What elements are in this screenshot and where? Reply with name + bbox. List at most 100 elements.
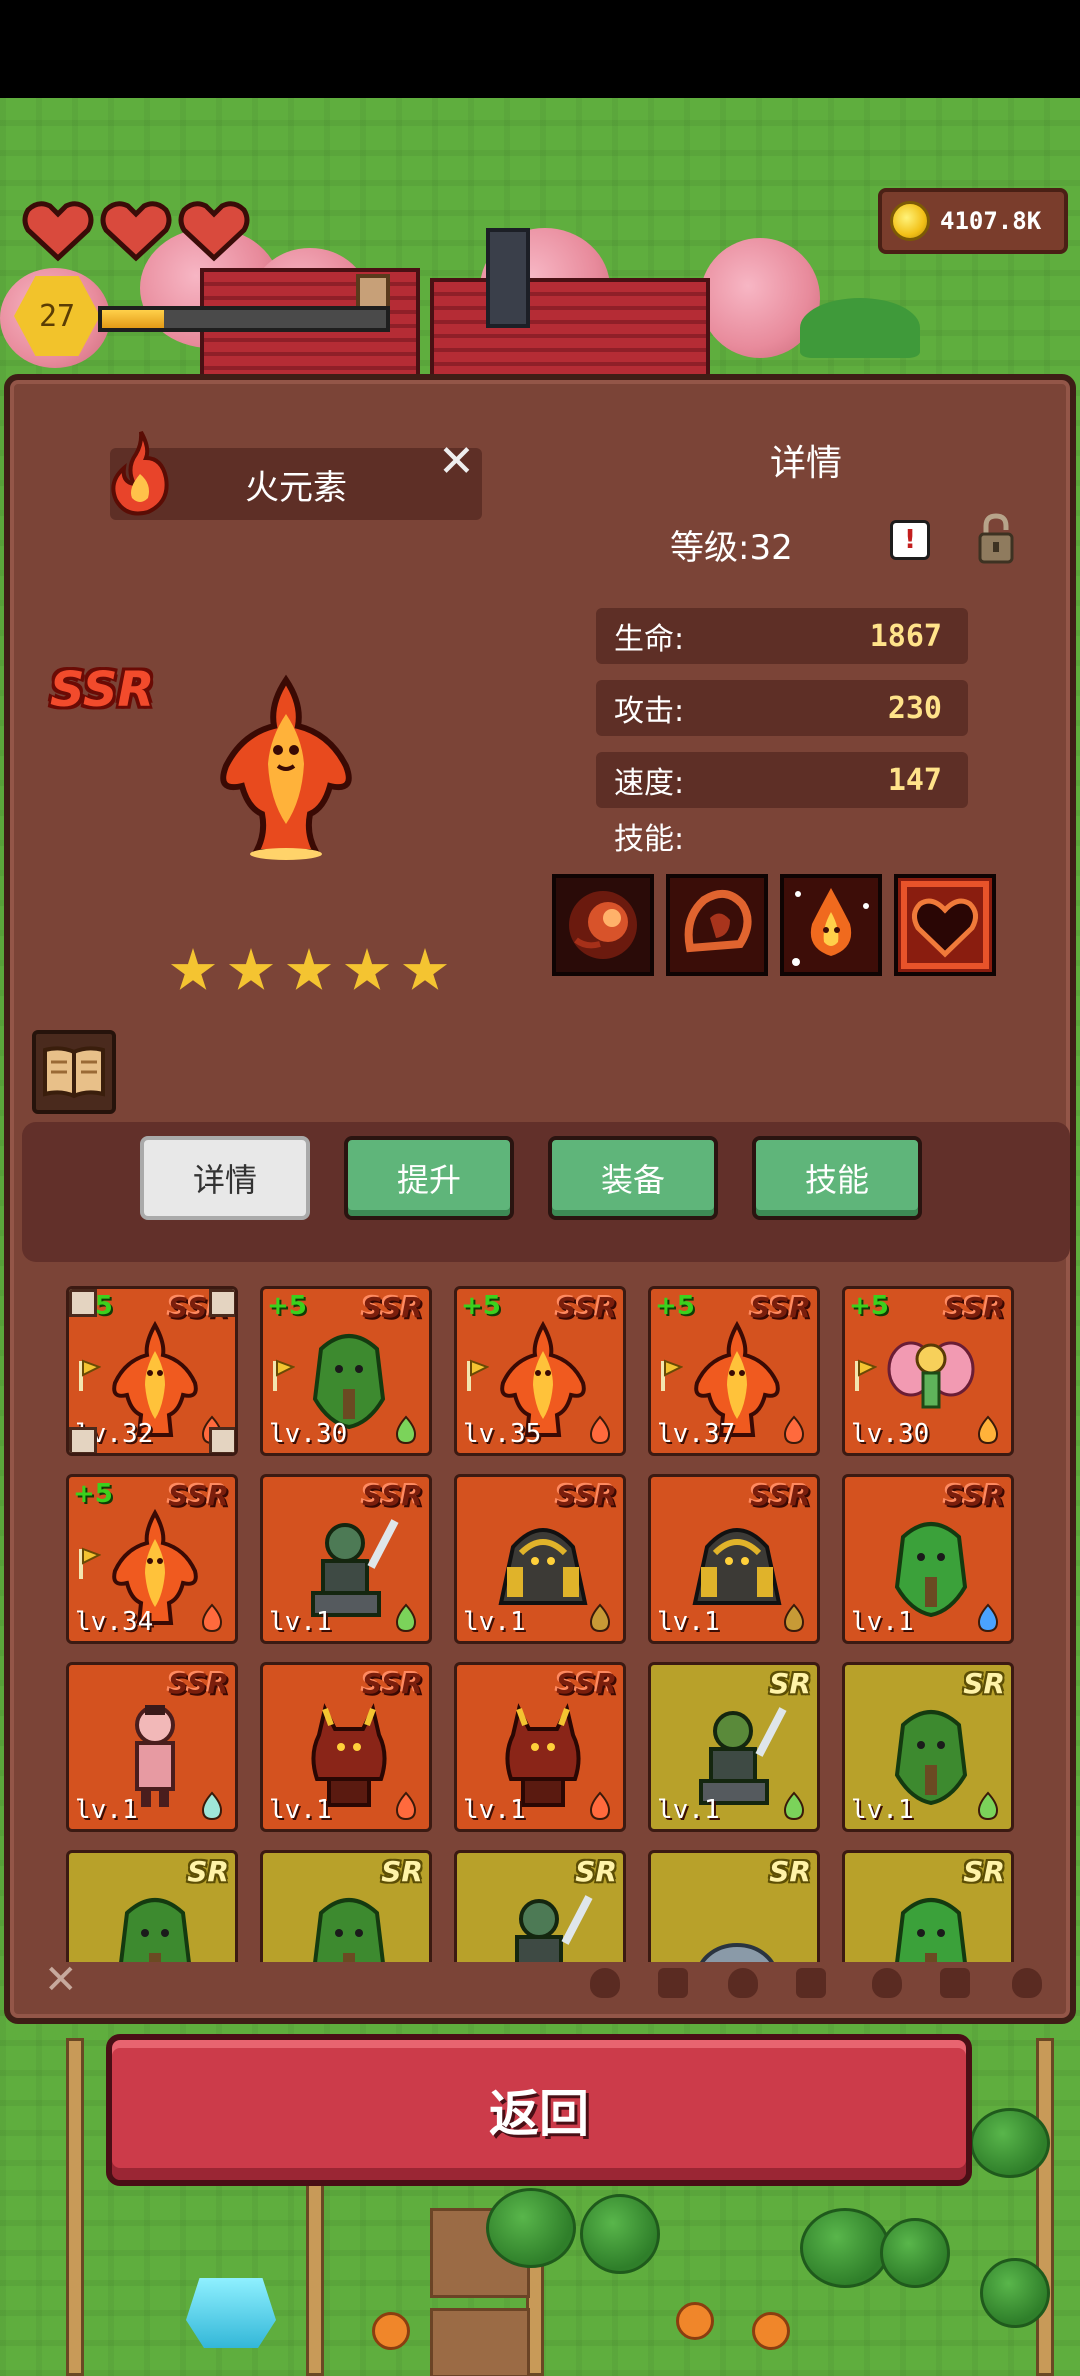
flag-icon bbox=[467, 1359, 489, 1391]
tab-upgrade[interactable]: 提升 bbox=[344, 1136, 514, 1220]
hero-card[interactable]: +5SSRlv.32 bbox=[66, 1286, 238, 1456]
hero-card[interactable]: SR bbox=[648, 1850, 820, 1962]
card-level-label: lv.1 bbox=[269, 1607, 332, 1637]
hero-card[interactable]: SSR lv.1 bbox=[260, 1474, 432, 1644]
hero-card[interactable]: +5 SSR lv.34 bbox=[66, 1474, 238, 1644]
hero-card[interactable]: SR bbox=[842, 1850, 1014, 1962]
skills-label: 技能: bbox=[614, 822, 685, 857]
fireball-skill-icon[interactable] bbox=[552, 874, 654, 976]
flag-icon bbox=[273, 1359, 295, 1391]
card-rarity-badge: SR bbox=[963, 1855, 1005, 1888]
fire-heart-skill-icon[interactable] bbox=[894, 874, 996, 976]
fire-element-icon bbox=[111, 431, 169, 516]
card-rarity-badge: SR bbox=[769, 1667, 811, 1700]
card-rarity-badge: SSR bbox=[556, 1291, 617, 1324]
heart-icon bbox=[100, 201, 172, 262]
encyclopedia-button[interactable] bbox=[32, 1030, 116, 1114]
hero-card[interactable]: SSR lv.1 bbox=[66, 1662, 238, 1832]
tab-skills[interactable]: 技能 bbox=[752, 1136, 922, 1220]
hero-roster-grid[interactable]: +5SSRlv.32 +5 SSR lv.30 +5 SSR lv.35 +5 SSR lv.37… bbox=[66, 1286, 1026, 1962]
clear-filter-icon[interactable]: ✕ bbox=[44, 1960, 78, 2000]
leaf-element-icon bbox=[395, 1603, 417, 1633]
card-level-label: lv.1 bbox=[75, 1795, 138, 1825]
water-filter-icon[interactable] bbox=[728, 1968, 758, 1998]
close-icon[interactable]: ✕ bbox=[438, 440, 475, 484]
hero-card[interactable]: SR lv.1 bbox=[648, 1662, 820, 1832]
sun-element-icon bbox=[977, 1415, 999, 1445]
card-rarity-badge: SSR bbox=[750, 1479, 811, 1512]
coin-counter[interactable]: 4107.8K bbox=[878, 188, 1068, 254]
wind-filter-icon[interactable] bbox=[796, 1968, 826, 1998]
alert-icon[interactable]: ! bbox=[890, 520, 930, 560]
orc-rider-sprite bbox=[515, 1895, 593, 1962]
stat-row-speed: 速度: 147 bbox=[596, 752, 968, 808]
hero-level: 等级:32 bbox=[670, 528, 793, 568]
stat-label: 攻击: bbox=[614, 694, 685, 729]
star-icon bbox=[402, 948, 448, 990]
star-icon bbox=[228, 948, 274, 990]
hero-card[interactable]: SSR lv.1 bbox=[260, 1662, 432, 1832]
stat-row-attack: 攻击: 230 bbox=[596, 680, 968, 736]
stat-row-hp: 生命: 1867 bbox=[596, 608, 968, 664]
hero-card[interactable]: +5 SSR lv.37 bbox=[648, 1286, 820, 1456]
cycle-filter-icon[interactable] bbox=[1012, 1968, 1042, 1998]
element-filter-bar: ✕ bbox=[22, 1952, 1070, 2012]
hero-card[interactable]: SR bbox=[66, 1850, 238, 1962]
flag-icon bbox=[79, 1547, 101, 1579]
card-level-label: lv.35 bbox=[463, 1419, 542, 1449]
lock-icon[interactable] bbox=[976, 512, 1016, 566]
stat-value: 230 bbox=[887, 690, 942, 726]
tab-details[interactable]: 详情 bbox=[140, 1136, 310, 1220]
card-rarity-badge: SR bbox=[575, 1855, 617, 1888]
wind-element-icon bbox=[201, 1791, 223, 1821]
hero-card[interactable]: SSR lv.1 bbox=[454, 1474, 626, 1644]
leaf-element-icon bbox=[395, 1415, 417, 1445]
back-button[interactable]: 返回 bbox=[106, 2034, 972, 2186]
fire-element-icon bbox=[783, 1415, 805, 1445]
hero-card[interactable]: +5 SSR lv.30 bbox=[842, 1286, 1014, 1456]
card-level-label: lv.37 bbox=[657, 1419, 736, 1449]
tab-label: 技能 bbox=[804, 1161, 869, 1199]
card-rarity-badge: SR bbox=[381, 1855, 423, 1888]
hero-card[interactable]: SR lv.1 bbox=[842, 1662, 1014, 1832]
flag-icon bbox=[661, 1359, 683, 1391]
selection-corner bbox=[69, 1427, 97, 1453]
card-rarity-badge: SSR bbox=[944, 1479, 1005, 1512]
selection-corner bbox=[209, 1427, 235, 1453]
fire-elemental-sprite bbox=[220, 674, 352, 860]
fire-filter-icon[interactable] bbox=[590, 1968, 620, 1998]
earth-filter-icon[interactable] bbox=[658, 1968, 688, 1998]
card-rarity-badge: SSR bbox=[168, 1479, 229, 1512]
hero-card[interactable]: SSR lv.1 bbox=[454, 1662, 626, 1832]
hero-card[interactable]: +5 SSR lv.35 bbox=[454, 1286, 626, 1456]
card-level-label: lv.1 bbox=[463, 1795, 526, 1825]
hero-card[interactable]: SSR lv.1 bbox=[842, 1474, 1014, 1644]
hero-card[interactable]: SR bbox=[260, 1850, 432, 1962]
star-icon bbox=[170, 948, 216, 990]
flag-icon bbox=[79, 1359, 101, 1391]
star-icon bbox=[344, 948, 390, 990]
card-plus-badge: +5 bbox=[267, 1291, 307, 1321]
hero-card[interactable]: SSR lv.1 bbox=[648, 1474, 820, 1644]
card-rarity-badge: SR bbox=[963, 1667, 1005, 1700]
card-rarity-badge: SSR bbox=[556, 1479, 617, 1512]
flame-filter-icon[interactable] bbox=[872, 1968, 902, 1998]
stat-label: 生命: bbox=[614, 622, 685, 657]
card-level-label: lv.1 bbox=[851, 1607, 914, 1637]
card-plus-badge: +5 bbox=[461, 1291, 501, 1321]
xp-progress-bar bbox=[98, 306, 390, 332]
earth-element-icon bbox=[783, 1603, 805, 1633]
rarity-badge: SSR bbox=[50, 662, 155, 718]
hero-card[interactable]: +5 SSR lv.30 bbox=[260, 1286, 432, 1456]
campfire-skill-icon[interactable] bbox=[780, 874, 882, 976]
card-level-label: lv.34 bbox=[75, 1607, 154, 1637]
card-rarity-badge: SR bbox=[187, 1855, 229, 1888]
flame-fist-skill-icon[interactable] bbox=[666, 874, 768, 976]
fire-element-icon bbox=[395, 1791, 417, 1821]
card-level-label: lv.1 bbox=[851, 1795, 914, 1825]
tab-equipment[interactable]: 装备 bbox=[548, 1136, 718, 1220]
hero-card[interactable]: SR bbox=[454, 1850, 626, 1962]
card-plus-badge: +5 bbox=[849, 1291, 889, 1321]
gear-filter-icon[interactable] bbox=[940, 1968, 970, 1998]
earth-element-icon bbox=[589, 1603, 611, 1633]
